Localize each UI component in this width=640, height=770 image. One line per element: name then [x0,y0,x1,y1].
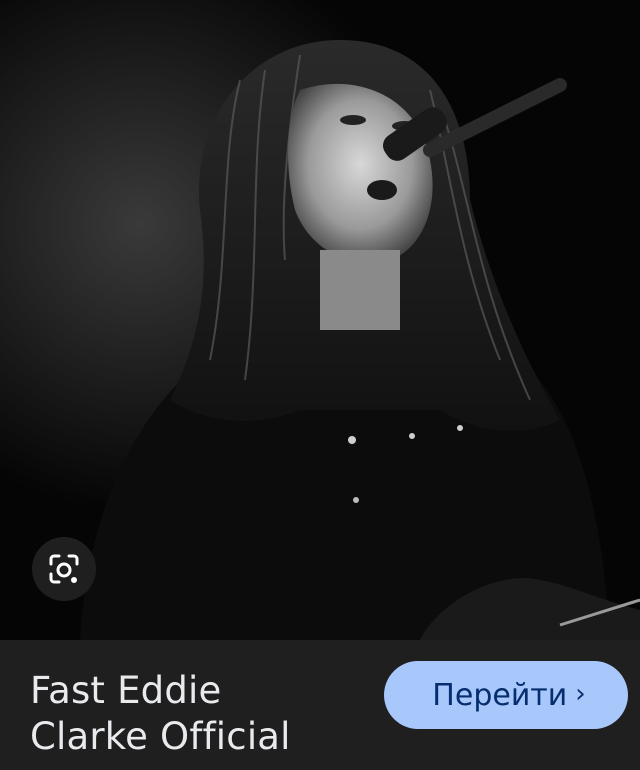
google-lens-button[interactable] [32,537,96,601]
visit-button-label: Перейти [432,677,568,713]
result-title[interactable]: Fast Eddie Clarke Official [30,668,370,760]
google-lens-icon [49,554,79,584]
concert-photo[interactable] [0,0,640,640]
photo-artwork [0,0,640,640]
image-preview-screen: Fast Eddie Clarke Official Перейти › [0,0,640,770]
result-info-panel: Fast Eddie Clarke Official Перейти › [0,640,640,770]
chevron-right-icon: › [575,679,586,709]
visit-button[interactable]: Перейти › [384,661,628,729]
